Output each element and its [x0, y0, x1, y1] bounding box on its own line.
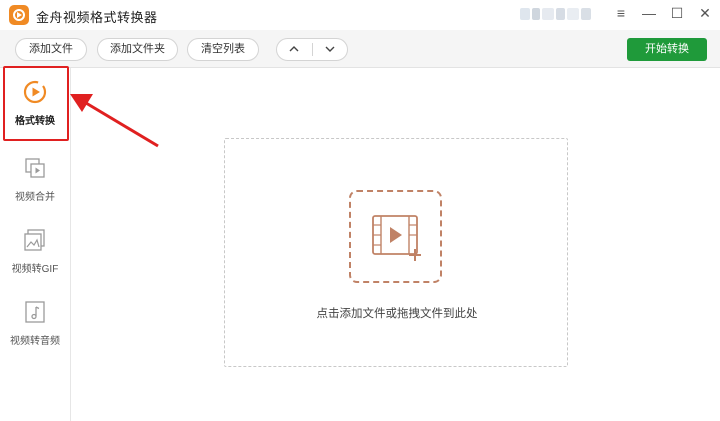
sidebar-item-label: 视频转GIF [11, 264, 59, 275]
menu-icon[interactable]: ≡ [614, 4, 628, 22]
drop-zone-hint: 点击添加文件或拖拽文件到此处 [316, 308, 478, 320]
app-window: 金舟视频格式转换器 ≡ — ☐ ✕ 添加文件 添加文件夹 清空列表 开始转换 格… [0, 0, 720, 421]
close-icon[interactable]: ✕ [698, 4, 712, 22]
maximize-icon[interactable]: ☐ [670, 4, 684, 22]
move-up-button[interactable] [277, 39, 312, 60]
add-video-icon [372, 215, 421, 261]
move-down-button[interactable] [313, 39, 348, 60]
add-folder-button[interactable]: 添加文件夹 [97, 38, 178, 61]
video-to-gif-icon [23, 228, 47, 252]
video-merge-icon [23, 156, 47, 180]
app-title: 金舟视频格式转换器 [36, 10, 158, 25]
app-logo-icon [9, 5, 29, 25]
minimize-icon[interactable]: — [642, 4, 656, 22]
add-file-button[interactable]: 添加文件 [15, 38, 87, 61]
user-account-area[interactable] [520, 6, 598, 22]
chevron-up-icon [289, 46, 299, 52]
clear-list-button[interactable]: 清空列表 [187, 38, 259, 61]
video-to-audio-icon [23, 300, 47, 324]
chevron-down-icon [325, 46, 335, 52]
toolbar: 添加文件 添加文件夹 清空列表 开始转换 [0, 30, 720, 68]
start-convert-button[interactable]: 开始转换 [627, 38, 707, 61]
sidebar-item-label: 视频转音频 [10, 336, 60, 347]
sidebar-item-label: 视频合并 [15, 192, 55, 203]
move-button-group [276, 38, 348, 61]
sidebar-item-video-to-audio[interactable]: 视频转音频 [0, 288, 70, 356]
add-video-frame[interactable] [349, 190, 442, 283]
sidebar-item-video-merge[interactable]: 视频合并 [0, 144, 70, 212]
sidebar-item-video-to-gif[interactable]: 视频转GIF [0, 216, 70, 284]
file-drop-zone[interactable]: 点击添加文件或拖拽文件到此处 [224, 138, 568, 367]
title-bar: 金舟视频格式转换器 ≡ — ☐ ✕ [0, 0, 720, 30]
window-controls: ≡ — ☐ ✕ [614, 4, 712, 22]
highlight-annotation-box [3, 66, 69, 141]
